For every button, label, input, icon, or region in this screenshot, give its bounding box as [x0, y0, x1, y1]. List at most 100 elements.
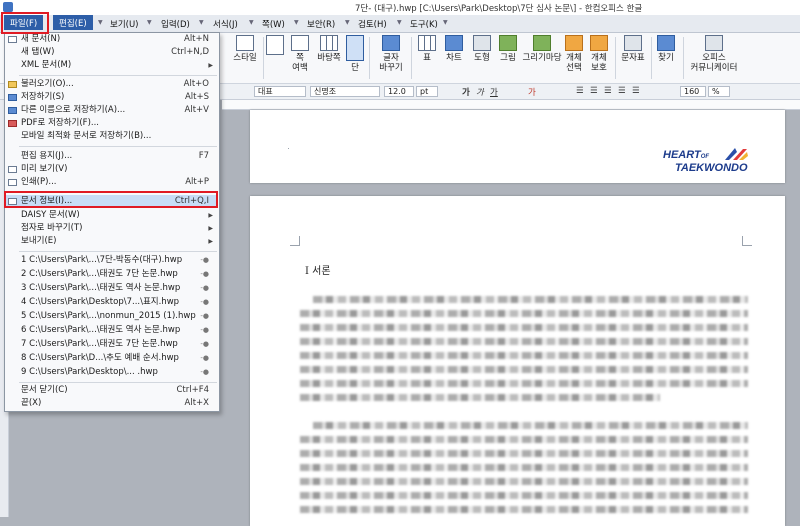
menu-item-save[interactable]: 저장하기(S) Alt+S — [5, 91, 217, 104]
menu-item-open[interactable]: 불러오기(O)... Alt+O — [5, 78, 217, 91]
pin-icon[interactable]: -● — [200, 352, 209, 365]
underline-button[interactable]: 가 — [490, 86, 498, 98]
menu-item-label: 편집 용지(J)... — [21, 151, 73, 161]
printer-icon — [8, 179, 17, 186]
page-setup-icon — [266, 35, 284, 55]
italic-button[interactable]: 가 — [476, 86, 484, 98]
align-distribute-icon[interactable]: ☰ — [632, 86, 640, 96]
recent-file-item[interactable]: 8 C:\Users\Park\D...\추도 예배 순서.hwp -● — [5, 352, 217, 365]
recent-file-item[interactable]: 7 C:\Users\Park\...\태권도 7단 논문.hwp -● — [5, 338, 217, 351]
menu-item-send[interactable]: 보내기(E) ▶ — [5, 235, 217, 248]
pin-icon[interactable]: -● — [200, 310, 209, 323]
ribbon-object-protect-button[interactable]: 개체 보호 — [587, 35, 611, 73]
recent-file-item[interactable]: 9 C:\Users\Park\Desktop\... .hwp -● — [5, 366, 217, 379]
style-select[interactable]: 대표 — [254, 86, 306, 97]
heart-of-taekwondo-logo: HEARTOF TAEKWONDO — [663, 145, 753, 175]
menu-item-close-document[interactable]: 문서 닫기(C) Ctrl+F4 — [5, 384, 217, 397]
menu-item-exit[interactable]: 끝(X) Alt+X — [5, 397, 217, 410]
ribbon-styles-button[interactable]: 스타일 — [230, 35, 260, 63]
menu-page[interactable]: 쪽(W) — [262, 18, 285, 30]
menu-item-new-tab[interactable]: 새 탭(W) Ctrl+N,D — [5, 46, 217, 59]
pin-icon[interactable]: -● — [200, 268, 209, 281]
pin-icon[interactable]: -● — [200, 324, 209, 337]
recent-file-item[interactable]: 5 C:\Users\Park\...\nonmun_2015 (1).hwp … — [5, 310, 217, 323]
menu-item-page-setup[interactable]: 편집 용지(J)... F7 — [5, 150, 217, 163]
pin-icon[interactable]: -● — [200, 254, 209, 267]
ribbon-separator — [263, 37, 264, 79]
pin-icon[interactable]: -● — [200, 296, 209, 309]
ribbon-shape-button[interactable]: 도형 — [470, 35, 494, 63]
ribbon-object-select-button[interactable]: 개체 선택 — [563, 35, 585, 73]
ribbon-master-page-button[interactable]: 바탕쪽 — [314, 35, 344, 63]
picture-icon — [499, 35, 517, 51]
menu-file[interactable]: 파일(F) — [4, 15, 44, 30]
document-page-2[interactable] — [250, 196, 785, 526]
align-justify-icon[interactable]: ☰ — [576, 86, 584, 96]
menu-item-new-document[interactable]: 새 문서(N) Alt+N — [5, 33, 217, 46]
ribbon-chart-button[interactable]: 차트 — [443, 35, 465, 63]
menu-item-document-info[interactable]: 문서 정보(I)... Ctrl+Q,I — [5, 195, 217, 208]
align-left-icon[interactable]: ☰ — [590, 86, 598, 96]
ribbon-find-button[interactable]: 찾기 — [654, 35, 678, 63]
recent-file-item[interactable]: 3 C:\Users\Park\...\태권도 역사 논문.hwp -● — [5, 282, 217, 295]
menu-item-save-pdf[interactable]: PDF로 저장하기(F)... — [5, 117, 217, 130]
ribbon-columns-button[interactable]: 단 — [345, 35, 365, 73]
ribbon-change-char-button[interactable]: 글자 바꾸기 — [376, 35, 406, 73]
recent-file-item[interactable]: 4 C:\Users\Park\Desktop\7...\표지.hwp -● — [5, 296, 217, 309]
ribbon-clipart-button[interactable]: 그리기마당 — [522, 35, 562, 63]
ribbon-office-communicator-button[interactable]: 오피스 커뮤니케이터 — [686, 35, 742, 73]
window-title: 7단- (대구).hwp [C:\Users\Park\Desktop\7단 심… — [355, 4, 643, 14]
menu-security[interactable]: 보안(R) — [307, 18, 335, 30]
ribbon-page-margin-button[interactable]: 쪽 여백 — [288, 35, 312, 73]
bold-button[interactable]: 가 — [462, 86, 470, 98]
menu-item-preview[interactable]: 미리 보기(V) — [5, 163, 217, 176]
ribbon-page-setup-button[interactable] — [266, 35, 284, 57]
font-select[interactable]: 신명조 — [310, 86, 380, 97]
menu-view[interactable]: 보기(U) — [110, 18, 139, 30]
ribbon-office-communicator-label: 오피스 커뮤니케이터 — [690, 53, 738, 73]
ribbon-table-button[interactable]: 표 — [417, 35, 437, 63]
menu-item-shortcut: Ctrl+N,D — [171, 47, 209, 57]
menu-insert[interactable]: 입력(D) — [161, 18, 190, 30]
zoom-unit-select[interactable]: % — [708, 86, 730, 97]
ribbon-picture-label: 그림 — [500, 53, 516, 63]
menu-item-save-as[interactable]: 다른 이름으로 저장하기(A)... Alt+V — [5, 104, 217, 117]
symbol-icon — [624, 35, 642, 51]
recent-file-item[interactable]: 6 C:\Users\Park\...\태권도 역사 논문.hwp -● — [5, 324, 217, 337]
menu-item-daisy-document[interactable]: DAISY 문서(W) ▶ — [5, 209, 217, 222]
menu-item-print[interactable]: 인쇄(P)... Alt+P — [5, 176, 217, 189]
menu-review[interactable]: 검토(H) — [358, 18, 387, 30]
recent-file-label: 1 C:\Users\Park\...\7단-박동수(대구).hwp — [21, 255, 183, 265]
ribbon-picture-button[interactable]: 그림 — [496, 35, 520, 63]
menu-item-label: 불러오기(O)... — [21, 79, 74, 89]
app-icon[interactable] — [3, 2, 13, 12]
zoom-input[interactable]: 160 — [680, 86, 706, 97]
page-margin-icon — [291, 35, 309, 51]
text-color-button[interactable]: 가 — [528, 86, 536, 98]
recent-file-item[interactable]: 2 C:\Users\Park\...\태권도 7단 논문.hwp -● — [5, 268, 217, 281]
horizontal-ruler[interactable] — [222, 100, 800, 110]
recent-file-item[interactable]: 1 C:\Users\Park\...\7단-박동수(대구).hwp -● — [5, 254, 217, 267]
align-right-icon[interactable]: ☰ — [604, 86, 612, 96]
ribbon-shape-label: 도형 — [474, 53, 490, 63]
menu-item-shortcut: Alt+V — [184, 105, 209, 115]
menu-item-braille[interactable]: 점자로 바꾸기(T) ▶ — [5, 222, 217, 235]
pin-icon[interactable]: -● — [200, 366, 209, 379]
menu-item-shortcut: Alt+N — [184, 34, 209, 44]
menu-item-label: PDF로 저장하기(F)... — [21, 118, 99, 128]
ribbon-columns-label: 단 — [351, 63, 359, 73]
ribbon-symbol-button[interactable]: 문자표 — [618, 35, 648, 63]
shape-icon — [473, 35, 491, 51]
recent-file-label: 7 C:\Users\Park\...\태권도 7단 논문.hwp — [21, 339, 178, 349]
menu-edit[interactable]: 편집(E) — [53, 15, 93, 30]
font-unit-select[interactable]: pt — [416, 86, 438, 97]
pin-icon[interactable]: -● — [200, 282, 209, 295]
align-center-icon[interactable]: ☰ — [618, 86, 626, 96]
pin-icon[interactable]: -● — [200, 338, 209, 351]
menu-item-save-mobile[interactable]: 모바일 최적화 문서로 저장하기(B)... — [5, 130, 217, 143]
menu-tools[interactable]: 도구(K) — [410, 18, 438, 30]
menu-item-xml-document[interactable]: XML 문서(M) ▶ — [5, 59, 217, 72]
font-size-input[interactable]: 12.0 — [384, 86, 414, 97]
menu-format[interactable]: 서식(J) — [213, 18, 238, 30]
submenu-arrow-icon: ▶ — [208, 62, 213, 69]
